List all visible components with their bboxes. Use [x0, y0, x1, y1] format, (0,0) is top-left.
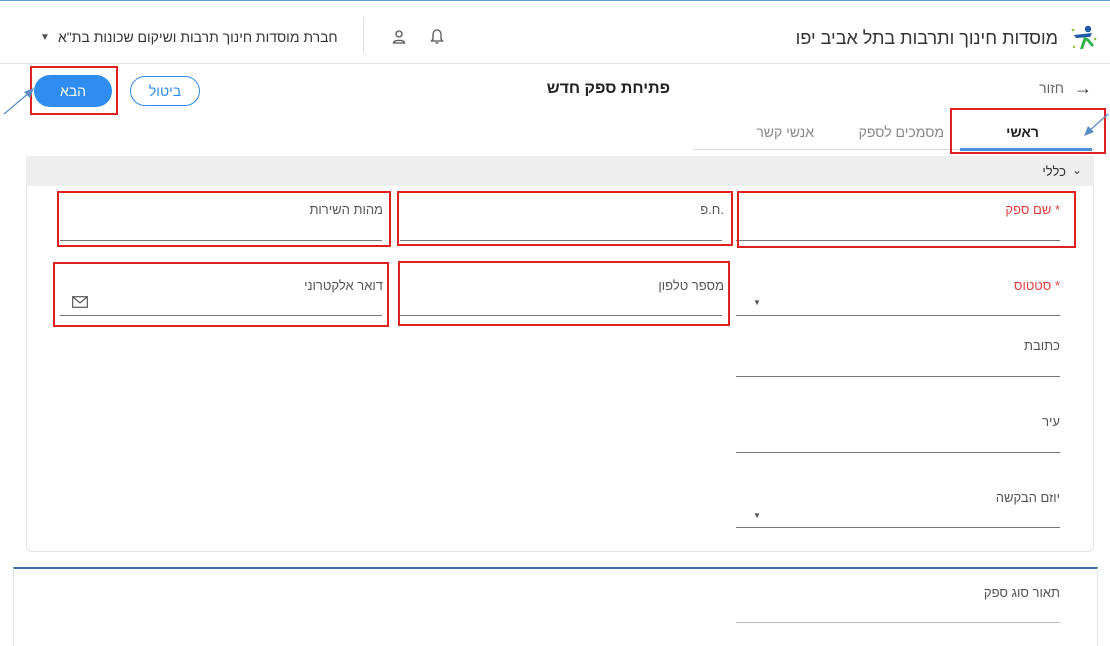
city-field[interactable]	[736, 452, 1060, 453]
chevron-down-icon[interactable]: ▼	[753, 298, 761, 307]
initiator-label: יוזם הבקשה	[995, 490, 1060, 505]
top-bar: מוסדות חינוך ותרבות בתל אביב יפו חברת מו…	[0, 0, 1110, 64]
supplier-type-card	[13, 567, 1098, 646]
address-field[interactable]	[736, 376, 1060, 377]
bell-icon[interactable]	[428, 28, 446, 46]
app-title: מוסדות חינוך ותרבות בתל אביב יפו	[795, 27, 1058, 48]
logo-icon	[1071, 25, 1097, 49]
tab-contacts[interactable]: אנשי קשר	[756, 124, 814, 140]
annotation-arrow	[3, 88, 34, 115]
org-selector[interactable]: חברת מוסדות חינוך תרבות ושיקום שכונות בת…	[58, 29, 338, 45]
chevron-down-icon[interactable]: ▼	[40, 32, 50, 43]
user-icon[interactable]	[390, 28, 408, 46]
annotation-box	[397, 191, 733, 246]
city-label: עיר	[1042, 414, 1060, 429]
supplier-type-desc-label: תאור סוג ספק	[983, 585, 1060, 600]
initiator-select[interactable]	[736, 527, 1060, 528]
page-title: פתיחת ספק חדש	[546, 80, 670, 97]
chevron-down-icon[interactable]: ▼	[753, 511, 761, 520]
tab-supplier-documents[interactable]: מסמכים לספק	[859, 124, 944, 140]
annotation-box	[30, 66, 118, 115]
topbar-divider	[363, 17, 364, 53]
annotation-box	[737, 191, 1076, 248]
status-select[interactable]	[736, 315, 1060, 316]
brand[interactable]: מוסדות חינוך ותרבות בתל אביב יפו	[796, 23, 1098, 53]
back-link[interactable]: חזור	[1039, 80, 1064, 96]
annotation-box	[57, 191, 391, 247]
section-header-general[interactable]: כללי ⌄	[26, 156, 1094, 186]
chevron-down-icon[interactable]: ⌄	[1072, 163, 1082, 177]
section-title: כללי	[1042, 164, 1066, 179]
annotation-arrow	[1084, 113, 1109, 136]
status-label: סטטוס *	[1013, 278, 1060, 293]
supplier-type-desc-field[interactable]	[736, 622, 1060, 623]
cancel-button[interactable]: ביטול	[130, 76, 200, 106]
annotation-box	[53, 262, 389, 327]
back-arrow-icon[interactable]: →	[1074, 78, 1092, 99]
address-label: כתובת	[1024, 338, 1060, 353]
annotation-box	[398, 261, 730, 326]
